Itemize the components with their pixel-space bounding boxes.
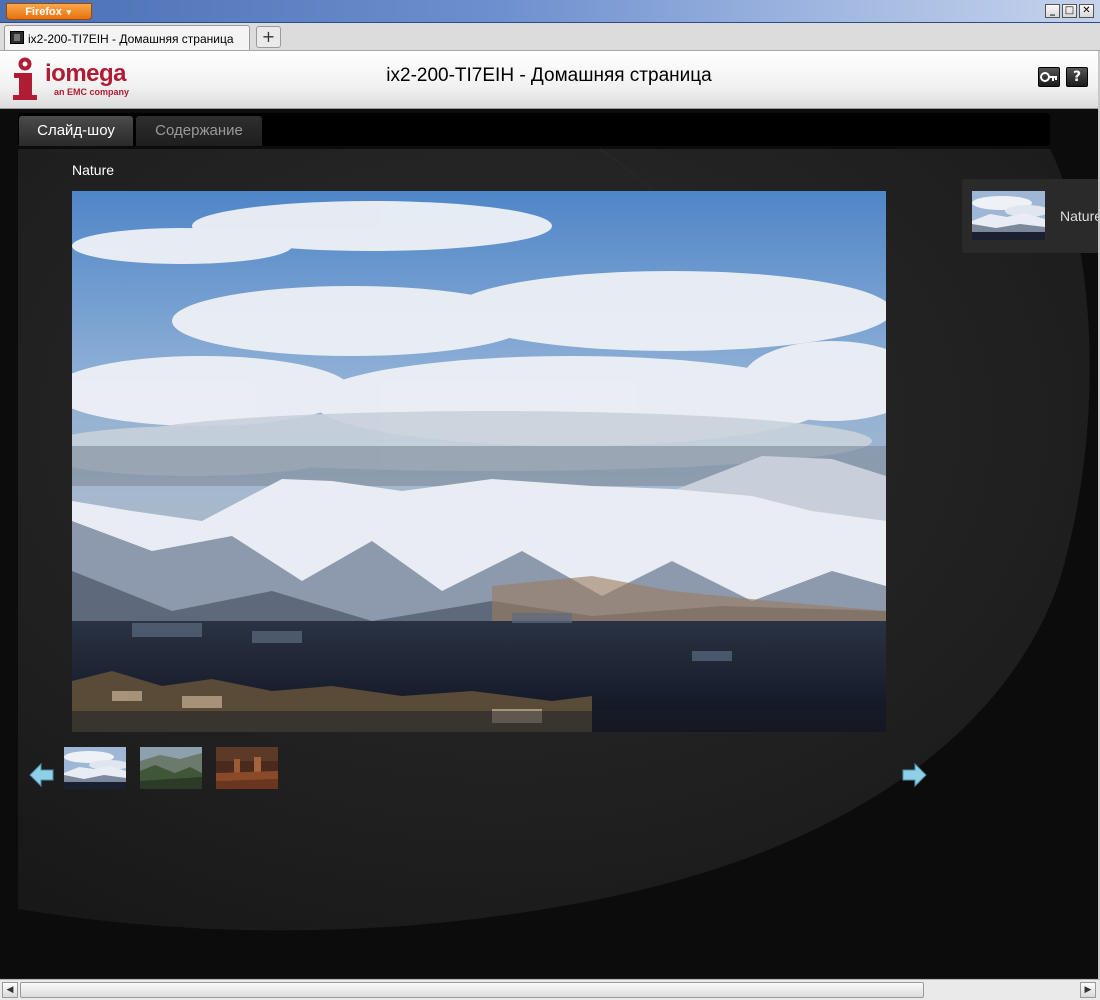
main-content: Слайд-шоу Содержание Nature Nature <box>0 109 1098 978</box>
tab-contents[interactable]: Содержание <box>136 116 262 146</box>
slideshow-photo[interactable] <box>72 191 886 732</box>
album-name: Nature <box>1060 208 1098 224</box>
scroll-right-icon[interactable]: ▶ <box>1080 982 1096 998</box>
browser-tab-title: ix2-200-TI7EIH - Домашняя страница <box>28 32 234 46</box>
new-tab-button[interactable]: + <box>256 26 281 48</box>
maximize-button[interactable]: □ <box>1062 4 1077 18</box>
album-list-item[interactable]: Nature <box>962 179 1098 253</box>
firefox-menu-label: Firefox <box>25 6 62 18</box>
album-cover-thumbnail <box>972 191 1045 240</box>
close-button[interactable]: ✕ <box>1079 4 1094 18</box>
help-icon[interactable]: ? <box>1066 67 1088 87</box>
firefox-menu-button[interactable]: Firefox ▼ <box>6 3 92 20</box>
album-title: Nature <box>72 162 115 178</box>
logo-tagline: an EMC company <box>54 87 130 97</box>
next-arrow-icon[interactable] <box>899 760 929 790</box>
scroll-left-icon[interactable]: ◀ <box>2 982 18 998</box>
scrollbar-thumb[interactable] <box>20 982 924 998</box>
browser-titlebar: Firefox ▼ _ □ ✕ <box>0 0 1100 23</box>
thumbnail-snowy-mountains[interactable] <box>64 747 126 789</box>
horizontal-scrollbar[interactable]: ◀ ▶ <box>0 979 1100 1000</box>
page-title: ix2-200-TI7EIH - Домашняя страница <box>386 65 712 86</box>
window-controls: _ □ ✕ <box>1045 4 1094 18</box>
minimize-button[interactable]: _ <box>1045 4 1060 18</box>
header-actions: ? <box>1038 67 1088 87</box>
key-icon[interactable] <box>1038 67 1060 87</box>
app-tabbar: Слайд-шоу Содержание <box>18 113 1050 146</box>
nas-favicon-icon <box>10 31 24 44</box>
app-header: iomega an EMC company ix2-200-TI7EIH - Д… <box>0 51 1098 109</box>
thumbnail-green-valley[interactable] <box>140 747 202 789</box>
dropdown-arrow-icon: ▼ <box>64 8 73 17</box>
previous-arrow-icon[interactable] <box>27 760 57 790</box>
thumbnail-red-rock-canyon[interactable] <box>216 747 278 789</box>
browser-tab[interactable]: ix2-200-TI7EIH - Домашняя страница <box>4 25 250 50</box>
browser-tabstrip: ix2-200-TI7EIH - Домашняя страница + <box>0 23 1100 51</box>
tab-slideshow[interactable]: Слайд-шоу <box>19 116 133 146</box>
